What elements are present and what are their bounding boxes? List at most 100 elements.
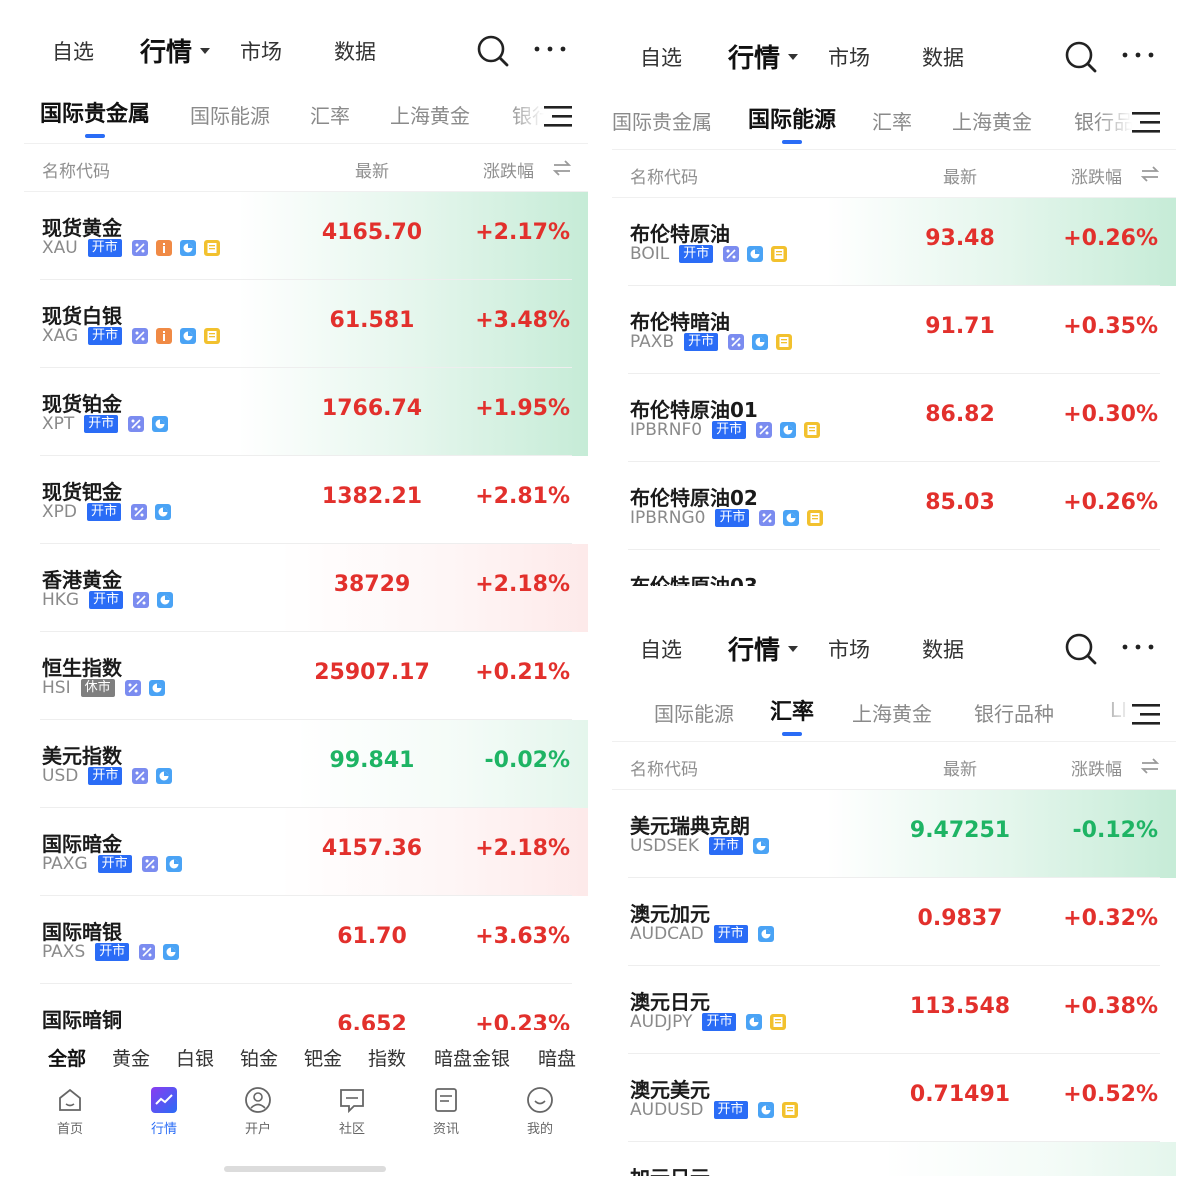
bottom-nav-quotes[interactable]: 行情 [132, 1086, 196, 1137]
list-item[interactable]: 美元指数 USD 开市 99.841 -0.02% [24, 720, 588, 808]
filter-gold[interactable]: 黄金 [112, 1044, 150, 1071]
list-item[interactable]: 现货钯金 XPD 开市 1382.21 +2.81% [24, 456, 588, 544]
list-item[interactable]: 现货铂金 XPT 开市 1766.74 +1.95% [24, 368, 588, 456]
list-item[interactable]: 美元瑞典克朗 USDSEK 开市 9.47251 -0.12% [612, 790, 1176, 878]
header-change[interactable]: 涨跌幅 [1071, 755, 1122, 780]
nav-market[interactable]: 市场 [828, 634, 870, 664]
bottom-nav-home[interactable]: 首页 [38, 1086, 102, 1137]
search-icon[interactable] [1064, 40, 1098, 74]
tab-energy[interactable]: 国际能源 [654, 698, 734, 727]
tab-fx[interactable]: 汇率 [872, 106, 912, 135]
document-icon [770, 1014, 786, 1030]
tab-shanghai-gold[interactable]: 上海黄金 [390, 100, 470, 129]
header-change[interactable]: 涨跌幅 [483, 157, 534, 182]
filter-dark-metals[interactable]: 暗盘金银 [434, 1044, 510, 1071]
last-price: 85.03 [925, 490, 995, 515]
list-item[interactable]: 布伦特原油01 IPBRNF0 开市 86.82 +0.30% [612, 374, 1176, 462]
list-item[interactable]: 恒生指数 HSI 休市 25907.17 +0.21% [24, 632, 588, 720]
instrument-meta: IPBRNG0 开市 [630, 508, 831, 528]
filter-all[interactable]: 全部 [48, 1044, 86, 1071]
nav-market[interactable]: 市场 [828, 42, 870, 72]
instrument-code: IPBRNG0 [630, 508, 706, 528]
more-icon[interactable] [532, 42, 568, 56]
nav-market[interactable]: 市场 [240, 36, 282, 66]
list-item[interactable]: 布伦特暗油 PAXB 开市 91.71 +0.35% [612, 286, 1176, 374]
header-last[interactable]: 最新 [912, 755, 1008, 780]
list-item[interactable]: 澳元美元 AUDUSD 开市 0.71491 +0.52% [612, 1054, 1176, 1142]
smile-icon [527, 1087, 553, 1113]
nav-quotes[interactable]: 行情 [728, 630, 799, 667]
list-item[interactable]: 布伦特原油 BOIL 开市 93.48 +0.26% [612, 198, 1176, 286]
pie-chart-icon [752, 334, 768, 350]
header-change[interactable]: 涨跌幅 [1071, 163, 1122, 188]
filter-palladium[interactable]: 钯金 [304, 1044, 342, 1071]
list-item[interactable]: 布伦特原油03 [612, 550, 1176, 586]
list-item[interactable]: 澳元加元 AUDCAD 开市 0.9837 +0.32% [612, 878, 1176, 966]
list-item[interactable]: 香港黄金 HKG 开市 38729 +2.18% [24, 544, 588, 632]
swap-icon[interactable] [1140, 757, 1160, 775]
filter-silver[interactable]: 白银 [176, 1044, 214, 1071]
tab-energy[interactable]: 国际能源 [748, 102, 836, 144]
filter-platinum[interactable]: 铂金 [240, 1044, 278, 1071]
tab-fx[interactable]: 汇率 [770, 694, 814, 736]
list-item[interactable]: 国际暗银 PAXS 开市 61.70 +3.63% [24, 896, 588, 984]
nav-quotes[interactable]: 行情 [140, 32, 211, 69]
instrument-name: 布伦特原油 [630, 222, 730, 246]
list-item[interactable]: 现货黄金 XAU 开市 4165.70 +2.17% [24, 192, 588, 280]
bottom-nav-community[interactable]: 社区 [320, 1086, 384, 1137]
pie-chart-icon [149, 680, 165, 696]
list-item[interactable]: 现货白银 XAG 开市 61.581 +3.48% [24, 280, 588, 368]
list-item[interactable]: 加元日元 [612, 1142, 1176, 1176]
last-price: 99.841 [329, 748, 415, 773]
percent-icon [723, 246, 739, 262]
instrument-code: PAXB [630, 332, 675, 352]
bottom-nav-account[interactable]: 开户 [226, 1086, 290, 1137]
swap-icon[interactable] [1140, 165, 1160, 183]
category-tabs: 国际能源 汇率 上海黄金 银行品种 LI [612, 684, 1176, 742]
menu-list-icon[interactable] [1132, 110, 1160, 134]
last-price: 61.70 [337, 924, 407, 949]
tab-fx[interactable]: 汇率 [310, 100, 350, 129]
list-item[interactable]: 澳元日元 AUDJPY 开市 113.548 +0.38% [612, 966, 1176, 1054]
tab-precious-metals[interactable]: 国际贵金属 [612, 106, 712, 135]
instrument-name: 布伦特原油02 [630, 486, 758, 510]
nav-data[interactable]: 数据 [922, 42, 964, 72]
tab-precious-metals[interactable]: 国际贵金属 [40, 96, 150, 138]
list-item[interactable]: 国际暗金 PAXG 开市 4157.36 +2.18% [24, 808, 588, 896]
filter-dark[interactable]: 暗盘 [538, 1044, 576, 1071]
nav-quotes[interactable]: 行情 [728, 38, 799, 75]
nav-watchlist[interactable]: 自选 [52, 36, 94, 66]
list-item[interactable]: 布伦特原油02 IPBRNG0 开市 85.03 +0.26% [612, 462, 1176, 550]
percent-icon [131, 504, 147, 520]
tab-shanghai-gold[interactable]: 上海黄金 [952, 106, 1032, 135]
instrument-name: 加元日元 [630, 1162, 710, 1176]
swap-icon[interactable] [552, 159, 572, 177]
more-icon[interactable] [1120, 640, 1156, 654]
document-icon [204, 240, 220, 256]
nav-watchlist[interactable]: 自选 [640, 634, 682, 664]
menu-list-icon[interactable] [1132, 702, 1160, 726]
tab-energy[interactable]: 国际能源 [190, 100, 270, 129]
filter-index[interactable]: 指数 [368, 1044, 406, 1071]
header-name: 名称代码 [42, 162, 110, 182]
nav-quotes-label: 行情 [140, 38, 193, 68]
last-price: 9.47251 [909, 818, 1011, 843]
tab-bank-products[interactable]: 银行品种 [974, 698, 1054, 727]
last-price: 86.82 [925, 402, 995, 427]
tab-shanghai-gold[interactable]: 上海黄金 [852, 698, 932, 727]
nav-data[interactable]: 数据 [334, 36, 376, 66]
nav-data[interactable]: 数据 [922, 634, 964, 664]
nav-watchlist[interactable]: 自选 [640, 42, 682, 72]
status-badge: 休市 [80, 679, 115, 697]
more-icon[interactable] [1120, 48, 1156, 62]
percent-icon [142, 856, 158, 872]
user-icon [245, 1087, 271, 1113]
bottom-nav-profile[interactable]: 我的 [508, 1086, 572, 1137]
search-icon[interactable] [1064, 632, 1098, 666]
search-icon[interactable] [476, 34, 510, 68]
pie-chart-icon [746, 1014, 762, 1030]
bottom-nav-news[interactable]: 资讯 [414, 1086, 478, 1137]
menu-list-icon[interactable] [544, 104, 572, 128]
header-last[interactable]: 最新 [912, 163, 1008, 188]
header-last[interactable]: 最新 [324, 157, 420, 182]
